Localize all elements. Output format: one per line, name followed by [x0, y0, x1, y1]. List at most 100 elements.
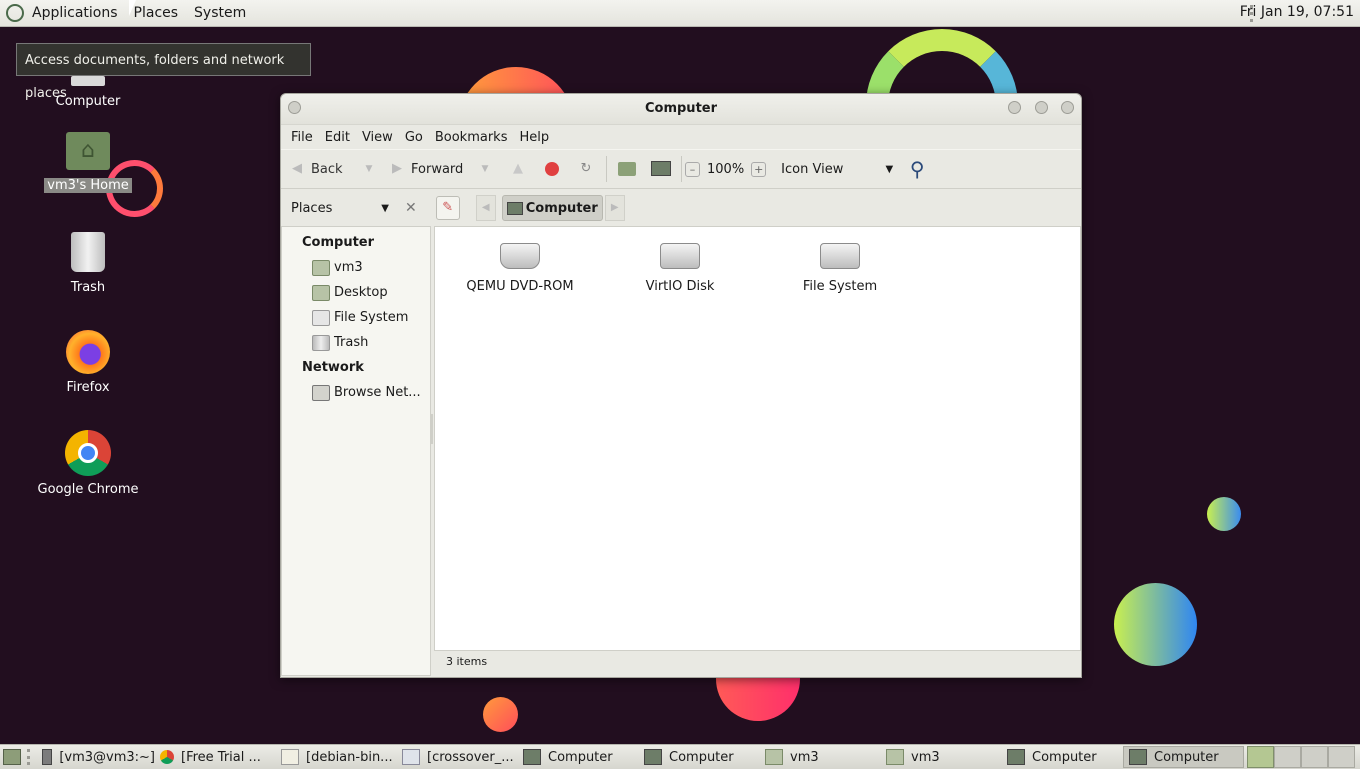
back-label: Back — [311, 161, 343, 177]
mouse-cursor-icon — [129, 0, 140, 16]
desktop-icon-chrome[interactable]: Google Chrome — [28, 430, 148, 497]
system-menu[interactable]: System — [186, 5, 254, 21]
sidebar-item-label: Browse Net... — [334, 385, 421, 400]
file-item-label: VirtIO Disk — [645, 279, 715, 294]
location-bar: Places ▼ ✕ ✎ ◀ Computer ▶ — [281, 189, 1081, 227]
back-arrow-icon: ◀ — [292, 161, 302, 176]
taskbar-task-vm3-1[interactable]: vm3 — [760, 746, 881, 768]
taskbar-task-vm3-2[interactable]: vm3 — [881, 746, 1002, 768]
path-segment-computer[interactable]: Computer — [501, 195, 603, 221]
sidebar-selector[interactable]: Places ▼ — [291, 201, 389, 216]
file-item-label: QEMU DVD-ROM — [466, 279, 574, 294]
toggle-location-entry-icon[interactable]: ✎ — [435, 196, 460, 220]
zoom-in-icon[interactable]: + — [751, 161, 767, 177]
path-left-arrow-icon[interactable]: ◀ — [475, 195, 496, 221]
sidebar-item-trash[interactable]: Trash — [282, 330, 430, 355]
menu-view[interactable]: View — [356, 130, 399, 145]
sidebar-resize-handle[interactable] — [430, 414, 433, 444]
zoom-level[interactable]: 100% — [707, 162, 744, 177]
computer-icon — [523, 749, 541, 765]
search-icon[interactable]: ⚲ — [907, 159, 927, 179]
home-folder-icon — [312, 260, 330, 276]
desktop-icon-home[interactable]: ⌂ vm3's Home — [28, 132, 148, 193]
computer-icon — [71, 76, 105, 86]
folder-icon — [765, 749, 783, 765]
desktop-icon-firefox[interactable]: Firefox — [28, 330, 148, 395]
window-titlebar[interactable]: Computer — [281, 94, 1081, 125]
menu-go[interactable]: Go — [399, 130, 429, 145]
menu-help[interactable]: Help — [513, 130, 555, 145]
sidebar-item-browse-network[interactable]: Browse Net... — [282, 380, 430, 405]
file-icon-view: QEMU DVD-ROM VirtIO Disk File System — [434, 226, 1081, 651]
minimize-button[interactable] — [1008, 101, 1021, 114]
close-button[interactable] — [1061, 101, 1074, 114]
taskbar-task-crossover[interactable]: [crossover_... — [397, 746, 518, 768]
menu-edit[interactable]: Edit — [319, 130, 356, 145]
close-sidebar-icon[interactable]: ✕ — [405, 200, 417, 216]
computer-icon[interactable] — [651, 159, 671, 179]
task-label: Computer — [669, 749, 734, 765]
stop-icon[interactable] — [542, 159, 562, 179]
sidebar-item-label: vm3 — [334, 260, 363, 275]
wallpaper-dot-orange — [483, 697, 518, 732]
toolbar-separator — [606, 156, 607, 182]
view-mode-label: Icon View — [781, 161, 844, 177]
up-icon[interactable]: ▲ — [508, 159, 528, 179]
taskbar-task-terminal[interactable]: [vm3@vm3:~] — [37, 746, 155, 768]
reload-icon[interactable]: ↻ — [576, 159, 596, 179]
taskbar-task-computer-active[interactable]: Computer — [1123, 746, 1244, 768]
sidebar-item-label: File System — [334, 310, 409, 325]
task-label: vm3 — [790, 749, 819, 765]
home-folder-icon: ⌂ — [66, 132, 110, 170]
file-item-virtio-disk[interactable]: VirtIO Disk — [600, 239, 760, 294]
back-history-dropdown-icon[interactable]: ▼ — [359, 159, 379, 179]
window-menubar: File Edit View Go Bookmarks Help — [281, 125, 1081, 149]
task-label: Computer — [1032, 749, 1097, 765]
sidebar-item-file-system[interactable]: File System — [282, 305, 430, 330]
file-item-qemu-dvd-rom[interactable]: QEMU DVD-ROM — [440, 239, 600, 294]
workspace-3[interactable] — [1301, 746, 1328, 768]
network-icon — [312, 385, 330, 401]
sidebar-item-vm3[interactable]: vm3 — [282, 255, 430, 280]
taskbar-task-chrome[interactable]: [Free Trial ... — [155, 746, 276, 768]
hard-disk-icon — [660, 243, 700, 269]
window-title: Computer — [644, 101, 718, 116]
distro-logo-icon[interactable] — [6, 4, 24, 22]
workspace-2[interactable] — [1274, 746, 1301, 768]
places-tooltip: Access documents, folders and network pl… — [16, 43, 311, 101]
menu-file[interactable]: File — [285, 130, 319, 145]
home-icon[interactable] — [617, 159, 637, 179]
taskbar-task-computer-3[interactable]: Computer — [1002, 746, 1123, 768]
panel-grip — [27, 749, 33, 765]
taskbar-task-debian-bin[interactable]: [debian-bin... — [276, 746, 397, 768]
sidebar-item-desktop[interactable]: Desktop — [282, 280, 430, 305]
view-mode-select[interactable]: Icon View ▼ — [781, 162, 893, 177]
back-button[interactable]: ◀ Back — [287, 159, 359, 179]
trash-icon — [71, 232, 105, 272]
menu-bookmarks[interactable]: Bookmarks — [429, 130, 514, 145]
path-right-arrow-icon[interactable]: ▶ — [604, 195, 625, 221]
taskbar-task-computer-2[interactable]: Computer — [639, 746, 760, 768]
main-toolbar: ◀ Back ▼ ▶ Forward ▼ ▲ ↻ – 100% + Icon V… — [281, 149, 1081, 189]
chevron-down-icon: ▼ — [885, 163, 894, 175]
firefox-icon — [66, 330, 110, 374]
workspace-1[interactable] — [1247, 746, 1274, 768]
desktop-icon-trash[interactable]: Trash — [28, 232, 148, 295]
applications-menu[interactable]: Applications — [24, 5, 126, 21]
workspace-4[interactable] — [1328, 746, 1355, 768]
text-editor-icon — [281, 749, 299, 765]
forward-history-dropdown-icon[interactable]: ▼ — [475, 159, 495, 179]
maximize-button[interactable] — [1035, 101, 1048, 114]
sidebar-item-label: Trash — [334, 335, 369, 350]
show-desktop-icon[interactable] — [3, 749, 21, 765]
zoom-out-icon[interactable]: – — [685, 161, 700, 177]
forward-button[interactable]: ▶ Forward — [387, 159, 475, 179]
computer-icon — [1007, 749, 1025, 765]
taskbar-task-computer-1[interactable]: Computer — [518, 746, 639, 768]
file-manager-window: Computer File Edit View Go Bookmarks Hel… — [280, 93, 1082, 678]
clock[interactable]: Fri Jan 19, 07:51 — [1240, 4, 1354, 20]
file-item-file-system[interactable]: File System — [760, 239, 920, 294]
computer-icon — [1129, 749, 1147, 765]
workspace-switcher[interactable] — [1247, 746, 1355, 768]
trash-icon — [312, 335, 330, 351]
